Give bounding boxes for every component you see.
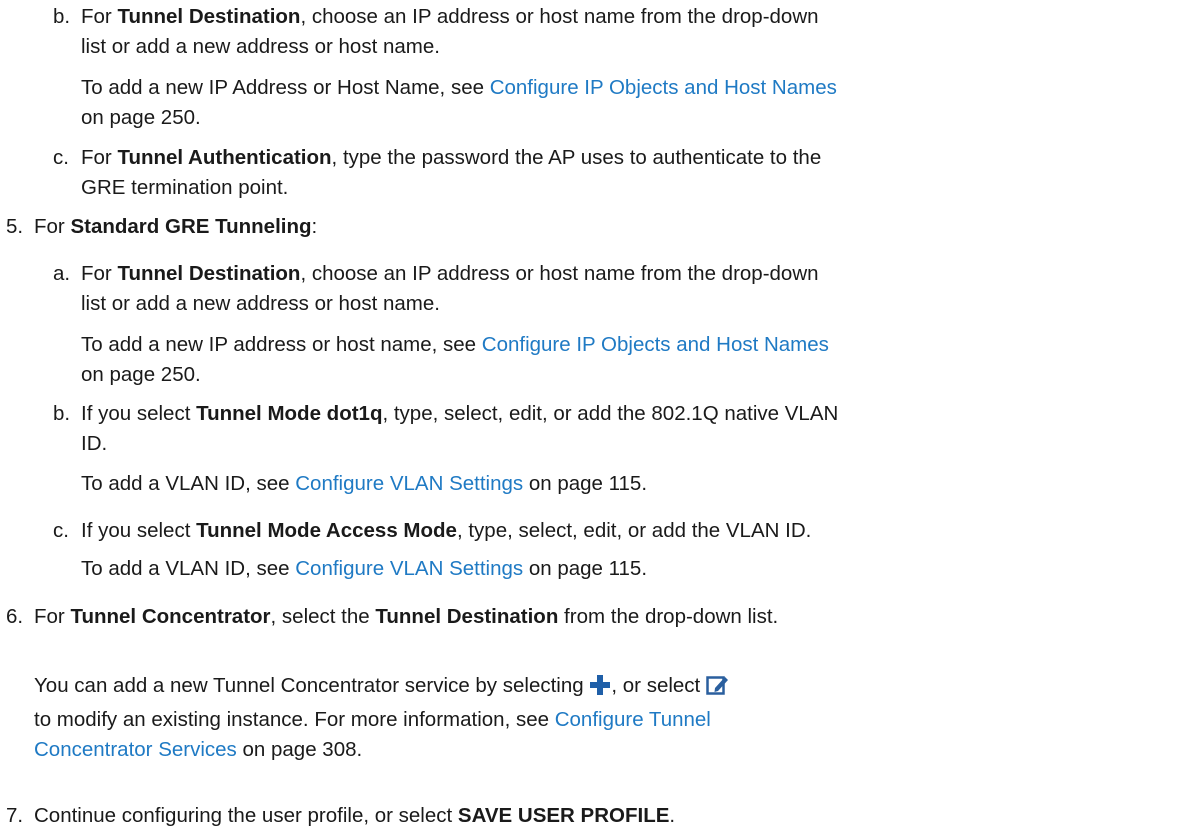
link-configure-ip-objects[interactable]: Configure IP Objects and Host Names: [490, 76, 837, 99]
ui-term: Standard GRE Tunneling: [70, 215, 312, 238]
link-configure-vlan-settings[interactable]: Configure VLAN Settings: [295, 472, 523, 495]
step-marker: c.: [53, 519, 69, 542]
step-marker: c.: [53, 146, 69, 169]
step-7: 7. Continue configuring the user profile…: [6, 801, 1176, 831]
link-configure-vlan-settings[interactable]: Configure VLAN Settings: [295, 557, 523, 580]
step-6: 6. For Tunnel Concentrator, select the T…: [6, 602, 1176, 632]
step-text-line2: list or add a new address or host name.: [81, 35, 440, 58]
step-5a: a. For Tunnel Destination, choose an IP …: [53, 259, 1173, 319]
step-5a-note: To add a new IP address or host name, se…: [81, 333, 829, 386]
ui-term: Tunnel Mode dot1q: [196, 402, 383, 425]
ui-term: Tunnel Authentication: [117, 146, 332, 169]
link-configure-ip-objects[interactable]: Configure IP Objects and Host Names: [482, 333, 829, 356]
link-configure-tunnel-concentrator[interactable]: Concentrator Services: [34, 738, 237, 761]
document-page: b. For Tunnel Destination, choose an IP …: [0, 0, 1191, 834]
step-text-line1: For Tunnel Destination, choose an IP add…: [81, 5, 819, 28]
step-5c-note: To add a VLAN ID, see Configure VLAN Set…: [81, 557, 648, 580]
step-5: 5. For Standard GRE Tunneling:: [6, 212, 1176, 242]
step-5b: b. If you select Tunnel Mode dot1q, type…: [53, 399, 1173, 459]
step-marker: 5.: [6, 215, 24, 238]
step-5c: c. If you select Tunnel Mode Access Mode…: [53, 516, 1173, 546]
ui-term: Tunnel Destination: [117, 5, 301, 28]
ui-term: SAVE USER PROFILE: [457, 804, 670, 827]
step-5b-note: To add a VLAN ID, see Configure VLAN Set…: [81, 472, 648, 495]
step-marker: b.: [53, 5, 71, 28]
plus-icon: [589, 674, 611, 705]
edit-icon: [706, 674, 730, 705]
step-marker: 6.: [6, 605, 24, 628]
step-6-note: You can add a new Tunnel Concentrator se…: [34, 671, 1174, 765]
step-marker: b.: [53, 402, 71, 425]
step-marker: a.: [53, 262, 71, 285]
step-4b: b. For Tunnel Destination, choose an IP …: [53, 2, 1173, 62]
link-configure-tunnel-concentrator[interactable]: Configure Tunnel: [555, 708, 711, 731]
step-marker: 7.: [6, 804, 24, 827]
step-4c: c. For Tunnel Authentication, type the p…: [53, 143, 1173, 203]
step-4b-note: To add a new IP Address or Host Name, se…: [81, 76, 837, 129]
ui-term: Tunnel Destination: [375, 605, 559, 628]
ui-term: Tunnel Concentrator: [70, 605, 271, 628]
ui-term: Tunnel Mode Access Mode: [196, 519, 457, 542]
ui-term: Tunnel Destination: [117, 262, 301, 285]
